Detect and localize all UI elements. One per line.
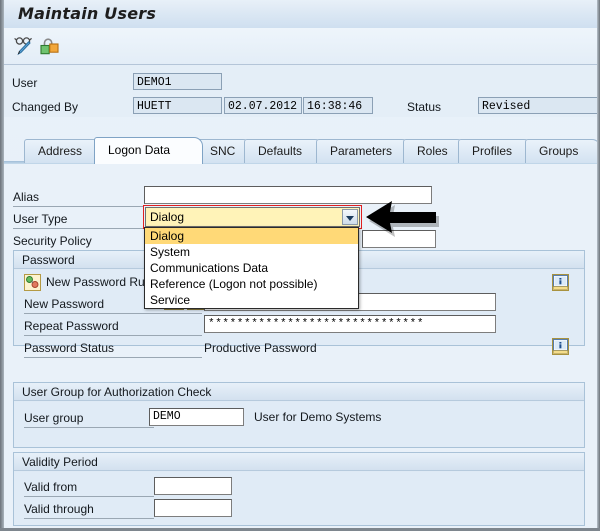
valid-from-input[interactable] bbox=[154, 477, 232, 495]
page-title: Maintain Users bbox=[18, 4, 157, 23]
validity-period-title: Validity Period bbox=[14, 453, 584, 471]
changed-time-value: 16:38:46 bbox=[303, 97, 373, 114]
tab-profiles-label: Profiles bbox=[472, 144, 513, 158]
user-group-label: User group bbox=[24, 411, 154, 428]
alias-label: Alias bbox=[13, 190, 143, 207]
user-header-block: User DEMO1 Changed By HUETT 02.07.2012 1… bbox=[4, 65, 600, 117]
user-group-section: User Group for Authorization Check User … bbox=[13, 382, 585, 448]
security-policy-input[interactable] bbox=[362, 230, 436, 248]
tab-roles[interactable]: Roles bbox=[403, 139, 466, 163]
logon-data-pane: Alias User Type Dialog Security Policy P… bbox=[4, 164, 597, 528]
sap-gui-window: Maintain Users User DEMO1 Changed By HUE… bbox=[0, 0, 600, 531]
authorization-icon[interactable] bbox=[37, 34, 61, 58]
dropdown-option-system[interactable]: System bbox=[145, 244, 358, 260]
password-status-value: Productive Password bbox=[204, 341, 317, 355]
tab-parameters-label: Parameters bbox=[330, 144, 393, 158]
tab-groups[interactable]: Groups bbox=[525, 139, 600, 163]
changed-by-label: Changed By bbox=[12, 100, 79, 114]
status-label: Status bbox=[407, 100, 442, 114]
dropdown-option-dialog[interactable]: Dialog bbox=[145, 228, 358, 244]
changed-date-value: 02.07.2012 bbox=[224, 97, 302, 114]
repeat-password-label: Repeat Password bbox=[24, 319, 202, 336]
dropdown-option-communications-data[interactable]: Communications Data bbox=[145, 260, 358, 276]
user-value: DEMO1 bbox=[133, 73, 222, 90]
tab-parameters[interactable]: Parameters bbox=[316, 139, 411, 163]
user-group-section-title: User Group for Authorization Check bbox=[14, 383, 584, 401]
tab-strip: Address Logon Data SNC Defaults Paramete… bbox=[4, 137, 600, 164]
user-label: User bbox=[12, 76, 38, 90]
alias-input[interactable] bbox=[144, 186, 432, 204]
user-group-description: User for Demo Systems bbox=[254, 410, 382, 424]
user-group-section-body: User group User for Demo Systems bbox=[14, 402, 584, 447]
tab-address-label: Address bbox=[38, 144, 83, 158]
validity-period-body: Valid from Valid through bbox=[14, 472, 584, 525]
validity-period-section: Validity Period Valid from Valid through bbox=[13, 452, 585, 526]
password-status-label: Password Status bbox=[24, 341, 202, 358]
changed-by-value: HUETT bbox=[133, 97, 222, 114]
window-frame-left bbox=[0, 0, 4, 531]
tab-defaults-label: Defaults bbox=[258, 144, 303, 158]
tab-groups-label: Groups bbox=[539, 144, 579, 158]
security-policy-label: Security Policy bbox=[13, 234, 143, 251]
valid-through-label: Valid through bbox=[24, 502, 154, 519]
tab-profiles[interactable]: Profiles bbox=[458, 139, 533, 163]
tab-defaults[interactable]: Defaults bbox=[244, 139, 324, 163]
tab-logon-data[interactable]: Logon Data bbox=[94, 137, 203, 164]
tab-logon-data-label: Logon Data bbox=[108, 143, 171, 157]
display-change-icon[interactable] bbox=[13, 34, 37, 58]
user-type-label: User Type bbox=[13, 212, 143, 229]
user-type-selected-value: Dialog bbox=[150, 210, 185, 224]
tab-snc-label: SNC bbox=[210, 144, 236, 158]
new-password-rule-label[interactable]: New Password Rule bbox=[46, 275, 154, 289]
user-type-select[interactable]: Dialog bbox=[145, 207, 360, 227]
new-password-rule-icon[interactable] bbox=[24, 274, 41, 291]
password-status-info-icon[interactable] bbox=[552, 338, 569, 355]
tab-roles-label: Roles bbox=[417, 144, 448, 158]
application-toolbar bbox=[4, 28, 597, 65]
chevron-down-icon[interactable] bbox=[342, 209, 358, 225]
tab-address[interactable]: Address bbox=[24, 139, 102, 163]
password-info-icon[interactable] bbox=[552, 274, 569, 291]
dropdown-option-service[interactable]: Service bbox=[145, 292, 358, 308]
valid-through-input[interactable] bbox=[154, 499, 232, 517]
user-type-dropdown-list[interactable]: Dialog System Communications Data Refere… bbox=[144, 227, 359, 309]
repeat-password-input[interactable] bbox=[204, 315, 496, 333]
dropdown-option-reference[interactable]: Reference (Logon not possible) bbox=[145, 276, 358, 292]
user-group-input[interactable] bbox=[149, 408, 244, 426]
status-value: Revised bbox=[478, 97, 600, 114]
title-bar: Maintain Users bbox=[4, 0, 597, 29]
valid-from-label: Valid from bbox=[24, 480, 154, 497]
